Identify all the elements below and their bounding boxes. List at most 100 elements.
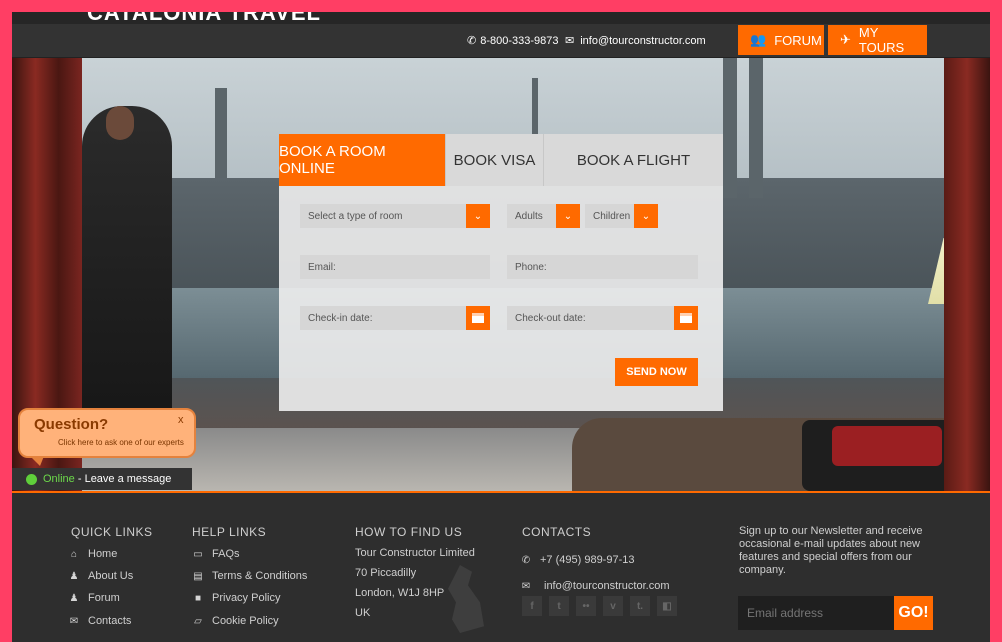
checkout-date-field[interactable]: Check-out date: [507, 306, 698, 330]
airplane-icon: ✈ [840, 32, 851, 47]
phone-placeholder: Phone: [515, 261, 547, 273]
forum-button-label: FORUM [774, 32, 822, 48]
online-chat-bar[interactable]: Online - Leave a message [12, 468, 192, 490]
newsletter-email-input[interactable] [738, 596, 894, 630]
my-tours-button-label: MY TOURS [858, 25, 905, 55]
facebook-icon[interactable]: f [522, 596, 542, 616]
delicious-icon[interactable]: ◧ [657, 596, 677, 616]
flickr-icon[interactable]: •• [576, 596, 596, 616]
uk-map-icon [448, 565, 484, 633]
checkout-placeholder: Check-out date: [515, 312, 586, 324]
question-bubble-tail [30, 456, 44, 466]
address-line: London, W1J 8HP [355, 587, 445, 599]
checkin-placeholder: Check-in date: [308, 312, 373, 324]
users-icon: 👥 [750, 32, 767, 47]
find-us-title: HOW TO FIND US [355, 525, 463, 539]
document-icon: ▤ [193, 570, 203, 582]
address-line: 70 Piccadilly [355, 567, 417, 579]
newsletter-go-button[interactable]: GO! [894, 596, 933, 630]
footer-link-label[interactable]: FAQs [212, 548, 240, 560]
footer-link-label[interactable]: Home [88, 548, 117, 560]
mail-icon: ✉ [69, 615, 79, 627]
header-email[interactable]: ✉ info@tourconstructor.com [565, 34, 706, 48]
vimeo-icon[interactable]: v [603, 596, 623, 616]
footer-link-contacts[interactable]: ✉ Contacts [68, 615, 132, 627]
header-phone-text: 8-800-333-9873 [480, 34, 559, 47]
calendar-icon[interactable] [466, 306, 490, 330]
header-phone: ✆ 8-800-333-9873 [467, 34, 559, 48]
phone-icon: ✆ [521, 554, 531, 566]
footer-link-privacy[interactable]: ■ Privacy Policy [192, 592, 281, 604]
email-placeholder: Email: [308, 261, 336, 273]
tab-book-flight[interactable]: BOOK A FLIGHT [544, 134, 723, 186]
footer-link-label[interactable]: About Us [88, 570, 133, 582]
online-label: Online [43, 473, 75, 485]
user-icon: ♟ [69, 570, 79, 582]
footer-link-forum[interactable]: ♟ Forum [68, 592, 120, 604]
footer-link-about[interactable]: ♟ About Us [68, 570, 134, 582]
footer-link-faqs[interactable]: ▭ FAQs [192, 548, 240, 560]
my-tours-button[interactable]: ✈ MY TOURS [828, 25, 927, 55]
children-placeholder: Children [593, 210, 631, 222]
phone-field[interactable]: Phone: [507, 255, 698, 279]
email-field[interactable]: Email: [300, 255, 490, 279]
send-now-button[interactable]: SEND NOW [615, 358, 698, 386]
room-type-select[interactable]: Select a type of room ⌄ [300, 204, 490, 228]
hero-tower [723, 58, 737, 198]
footer-email-text[interactable]: info@tourconstructor.com [544, 580, 670, 592]
chevron-down-icon[interactable]: ⌄ [556, 204, 580, 228]
room-type-placeholder: Select a type of room [308, 210, 403, 222]
close-icon[interactable]: x [178, 414, 184, 426]
home-icon: ⌂ [70, 548, 78, 560]
question-title: Question? [34, 416, 109, 433]
chevron-down-icon[interactable]: ⌄ [634, 204, 658, 228]
calendar-icon[interactable] [674, 306, 698, 330]
phone-icon: ✆ [467, 35, 477, 47]
contacts-title: CONTACTS [522, 525, 592, 539]
address-line: UK [355, 607, 371, 619]
leave-message-label: - Leave a message [74, 473, 172, 485]
footer-link-terms[interactable]: ▤ Terms & Conditions [192, 570, 307, 582]
footer-link-label[interactable]: Cookie Policy [212, 615, 279, 627]
envelope-icon: ✉ [565, 35, 575, 47]
footer-contact-email[interactable]: ✉ info@tourconstructor.com [520, 580, 670, 592]
footer-link-cookie[interactable]: ▱ Cookie Policy [192, 615, 279, 627]
folder-icon: ▱ [194, 615, 202, 627]
adults-select[interactable]: Adults ⌄ [507, 204, 580, 228]
booking-panel: BOOK A ROOM ONLINE BOOK VISA BOOK A FLIG… [279, 134, 723, 411]
chat-icon: ▭ [193, 548, 203, 560]
newsletter-text: Sign up to our Newsletter and receive oc… [739, 525, 923, 576]
quick-links-title: QUICK LINKS [71, 525, 153, 539]
footer-link-label[interactable]: Privacy Policy [212, 592, 280, 604]
header-email-text[interactable]: info@tourconstructor.com [580, 35, 706, 47]
users-icon: ♟ [69, 592, 79, 604]
hero-tower [215, 88, 227, 178]
twitter-icon[interactable]: t [549, 596, 569, 616]
tumblr-icon[interactable]: t. [630, 596, 650, 616]
footer-phone-text: +7 (495) 989-97-13 [540, 554, 635, 566]
children-select[interactable]: Children ⌄ [585, 204, 658, 228]
chevron-down-icon[interactable]: ⌄ [466, 204, 490, 228]
checkin-date-field[interactable]: Check-in date: [300, 306, 490, 330]
booking-form: Select a type of room ⌄ Adults ⌄ Childre… [279, 186, 723, 411]
online-status-icon [26, 473, 37, 485]
question-bubble[interactable]: Question? x Click here to ask one of our… [18, 408, 196, 458]
tab-book-visa[interactable]: BOOK VISA [446, 134, 544, 186]
tab-book-room[interactable]: BOOK A ROOM ONLINE [279, 134, 446, 186]
hero-curtain-right [944, 58, 990, 491]
help-links-title: HELP LINKS [192, 525, 267, 539]
question-subtitle: Click here to ask one of our experts [58, 438, 184, 447]
envelope-icon: ✉ [521, 580, 531, 592]
hero-tower [749, 58, 763, 198]
hero-man [82, 106, 172, 436]
footer-link-label[interactable]: Terms & Conditions [212, 570, 307, 582]
address-line: Tour Constructor Limited [355, 547, 475, 559]
footer: QUICK LINKS ⌂ Home ♟ About Us ♟ Forum ✉ Cont… [12, 491, 990, 642]
top-strip: CATALONIA TRAVEL [12, 12, 990, 25]
footer-contact-phone: ✆ +7 (495) 989-97-13 [520, 554, 635, 566]
footer-link-home[interactable]: ⌂ Home [68, 548, 117, 560]
forum-button[interactable]: 👥 FORUM [738, 25, 824, 55]
footer-link-label[interactable]: Contacts [88, 615, 131, 627]
footer-link-label[interactable]: Forum [88, 592, 120, 604]
booking-tabs: BOOK A ROOM ONLINE BOOK VISA BOOK A FLIG… [279, 134, 723, 186]
